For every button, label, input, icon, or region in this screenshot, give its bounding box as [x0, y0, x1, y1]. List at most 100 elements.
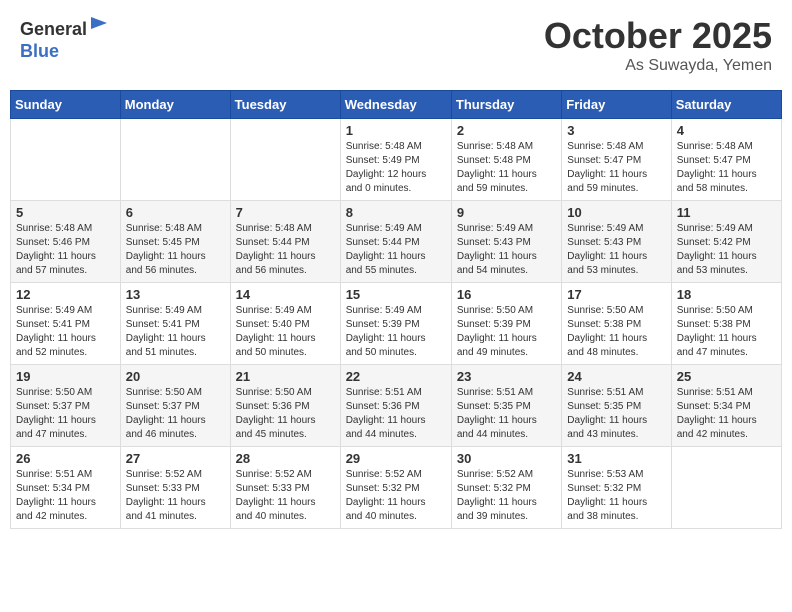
- day-info: Sunrise: 5:49 AM Sunset: 5:44 PM Dayligh…: [346, 222, 446, 278]
- day-info: Sunrise: 5:51 AM Sunset: 5:34 PM Dayligh…: [677, 386, 776, 442]
- day-cell-22: 22 Sunrise: 5:51 AM Sunset: 5:36 PM Dayli…: [340, 365, 451, 447]
- day-info: Sunrise: 5:49 AM Sunset: 5:41 PM Dayligh…: [16, 304, 115, 360]
- day-cell-24: 24Sunrise: 5:51 AM Sunset: 5:35 PM Dayli…: [562, 365, 671, 447]
- day-info: Sunrise: 5:48 AM Sunset: 5:49 PM Dayligh…: [346, 140, 446, 196]
- day-number: 29: [346, 451, 446, 466]
- weekday-header-monday: Monday: [120, 91, 230, 119]
- week-row-3: 19 Sunrise: 5:50 AM Sunset: 5:37 PM Dayli…: [11, 365, 782, 447]
- day-number: 15: [346, 287, 446, 302]
- day-info: Sunrise: 5:52 AM Sunset: 5:33 PM Dayligh…: [126, 468, 225, 524]
- day-number: 2: [457, 123, 556, 138]
- weekday-header-thursday: Thursday: [451, 91, 561, 119]
- day-info: Sunrise: 5:51 AM Sunset: 5:34 PM Dayligh…: [16, 468, 115, 524]
- day-number: 18: [677, 287, 776, 302]
- day-number: 25: [677, 369, 776, 384]
- day-cell-15: 15 Sunrise: 5:49 AM Sunset: 5:39 PM Dayli…: [340, 283, 451, 365]
- day-number: 20: [126, 369, 225, 384]
- empty-cell: [671, 447, 781, 529]
- day-cell-28: 28 Sunrise: 5:52 AM Sunset: 5:33 PM Dayli…: [230, 447, 340, 529]
- logo-general: General: [20, 19, 87, 39]
- day-cell-4: 4 Sunrise: 5:48 AM Sunset: 5:47 PM Daylig…: [671, 119, 781, 201]
- day-cell-8: 8 Sunrise: 5:49 AM Sunset: 5:44 PM Daylig…: [340, 201, 451, 283]
- day-cell-13: 13 Sunrise: 5:49 AM Sunset: 5:41 PM Dayli…: [120, 283, 230, 365]
- day-info: Sunrise: 5:51 AM Sunset: 5:36 PM Dayligh…: [346, 386, 446, 442]
- week-row-0: 1 Sunrise: 5:48 AM Sunset: 5:49 PM Daylig…: [11, 119, 782, 201]
- day-info: Sunrise: 5:48 AM Sunset: 5:46 PM Dayligh…: [16, 222, 115, 278]
- day-info: Sunrise: 5:49 AM Sunset: 5:40 PM Dayligh…: [236, 304, 335, 360]
- day-info: Sunrise: 5:49 AM Sunset: 5:41 PM Dayligh…: [126, 304, 225, 360]
- day-cell-1: 1 Sunrise: 5:48 AM Sunset: 5:49 PM Daylig…: [340, 119, 451, 201]
- day-number: 19: [16, 369, 115, 384]
- day-cell-21: 21 Sunrise: 5:50 AM Sunset: 5:36 PM Dayli…: [230, 365, 340, 447]
- weekday-header-sunday: Sunday: [11, 91, 121, 119]
- weekday-header-wednesday: Wednesday: [340, 91, 451, 119]
- day-number: 13: [126, 287, 225, 302]
- day-number: 26: [16, 451, 115, 466]
- week-row-2: 12 Sunrise: 5:49 AM Sunset: 5:41 PM Dayli…: [11, 283, 782, 365]
- day-info: Sunrise: 5:49 AM Sunset: 5:39 PM Dayligh…: [346, 304, 446, 360]
- week-row-4: 26 Sunrise: 5:51 AM Sunset: 5:34 PM Dayli…: [11, 447, 782, 529]
- day-cell-19: 19 Sunrise: 5:50 AM Sunset: 5:37 PM Dayli…: [11, 365, 121, 447]
- day-number: 3: [567, 123, 665, 138]
- week-row-1: 5 Sunrise: 5:48 AM Sunset: 5:46 PM Daylig…: [11, 201, 782, 283]
- weekday-header-row: SundayMondayTuesdayWednesdayThursdayFrid…: [11, 91, 782, 119]
- day-info: Sunrise: 5:49 AM Sunset: 5:43 PM Dayligh…: [567, 222, 665, 278]
- day-cell-16: 16 Sunrise: 5:50 AM Sunset: 5:39 PM Dayli…: [451, 283, 561, 365]
- day-cell-29: 29 Sunrise: 5:52 AM Sunset: 5:32 PM Dayli…: [340, 447, 451, 529]
- logo-blue: Blue: [20, 41, 59, 61]
- empty-cell: [120, 119, 230, 201]
- day-info: Sunrise: 5:48 AM Sunset: 5:45 PM Dayligh…: [126, 222, 225, 278]
- calendar-table: SundayMondayTuesdayWednesdayThursdayFrid…: [10, 90, 782, 529]
- day-cell-26: 26 Sunrise: 5:51 AM Sunset: 5:34 PM Dayli…: [11, 447, 121, 529]
- day-cell-31: 31 Sunrise: 5:53 AM Sunset: 5:32 PM Dayli…: [562, 447, 671, 529]
- weekday-header-saturday: Saturday: [671, 91, 781, 119]
- day-cell-6: 6 Sunrise: 5:48 AM Sunset: 5:45 PM Daylig…: [120, 201, 230, 283]
- day-number: 9: [457, 205, 556, 220]
- day-cell-11: 11Sunrise: 5:49 AM Sunset: 5:42 PM Dayli…: [671, 201, 781, 283]
- day-info: Sunrise: 5:50 AM Sunset: 5:38 PM Dayligh…: [567, 304, 665, 360]
- day-info: Sunrise: 5:50 AM Sunset: 5:39 PM Dayligh…: [457, 304, 556, 360]
- day-info: Sunrise: 5:50 AM Sunset: 5:36 PM Dayligh…: [236, 386, 335, 442]
- day-number: 16: [457, 287, 556, 302]
- day-number: 22: [346, 369, 446, 384]
- day-cell-10: 10Sunrise: 5:49 AM Sunset: 5:43 PM Dayli…: [562, 201, 671, 283]
- day-cell-9: 9Sunrise: 5:49 AM Sunset: 5:43 PM Daylig…: [451, 201, 561, 283]
- day-number: 27: [126, 451, 225, 466]
- day-cell-30: 30 Sunrise: 5:52 AM Sunset: 5:32 PM Dayli…: [451, 447, 561, 529]
- day-number: 7: [236, 205, 335, 220]
- day-cell-12: 12 Sunrise: 5:49 AM Sunset: 5:41 PM Dayli…: [11, 283, 121, 365]
- day-number: 21: [236, 369, 335, 384]
- day-info: Sunrise: 5:52 AM Sunset: 5:32 PM Dayligh…: [457, 468, 556, 524]
- day-cell-27: 27 Sunrise: 5:52 AM Sunset: 5:33 PM Dayli…: [120, 447, 230, 529]
- day-number: 6: [126, 205, 225, 220]
- day-number: 28: [236, 451, 335, 466]
- day-number: 12: [16, 287, 115, 302]
- day-cell-17: 17 Sunrise: 5:50 AM Sunset: 5:38 PM Dayli…: [562, 283, 671, 365]
- location: As Suwayda, Yemen: [544, 57, 772, 75]
- day-number: 8: [346, 205, 446, 220]
- day-number: 31: [567, 451, 665, 466]
- day-info: Sunrise: 5:52 AM Sunset: 5:33 PM Dayligh…: [236, 468, 335, 524]
- empty-cell: [11, 119, 121, 201]
- day-info: Sunrise: 5:51 AM Sunset: 5:35 PM Dayligh…: [457, 386, 556, 442]
- day-number: 17: [567, 287, 665, 302]
- day-info: Sunrise: 5:48 AM Sunset: 5:47 PM Dayligh…: [677, 140, 776, 196]
- month-title: October 2025: [544, 15, 772, 57]
- day-cell-5: 5 Sunrise: 5:48 AM Sunset: 5:46 PM Daylig…: [11, 201, 121, 283]
- day-number: 4: [677, 123, 776, 138]
- weekday-header-friday: Friday: [562, 91, 671, 119]
- day-cell-20: 20Sunrise: 5:50 AM Sunset: 5:37 PM Dayli…: [120, 365, 230, 447]
- day-number: 5: [16, 205, 115, 220]
- logo: General Blue: [20, 15, 109, 62]
- page-header: General Blue October 2025 As Suwayda, Ye…: [10, 10, 782, 80]
- weekday-header-tuesday: Tuesday: [230, 91, 340, 119]
- day-number: 11: [677, 205, 776, 220]
- day-info: Sunrise: 5:53 AM Sunset: 5:32 PM Dayligh…: [567, 468, 665, 524]
- day-number: 30: [457, 451, 556, 466]
- logo-flag-icon: [89, 15, 109, 35]
- day-info: Sunrise: 5:51 AM Sunset: 5:35 PM Dayligh…: [567, 386, 665, 442]
- day-number: 1: [346, 123, 446, 138]
- day-info: Sunrise: 5:52 AM Sunset: 5:32 PM Dayligh…: [346, 468, 446, 524]
- day-info: Sunrise: 5:50 AM Sunset: 5:37 PM Dayligh…: [16, 386, 115, 442]
- day-info: Sunrise: 5:50 AM Sunset: 5:38 PM Dayligh…: [677, 304, 776, 360]
